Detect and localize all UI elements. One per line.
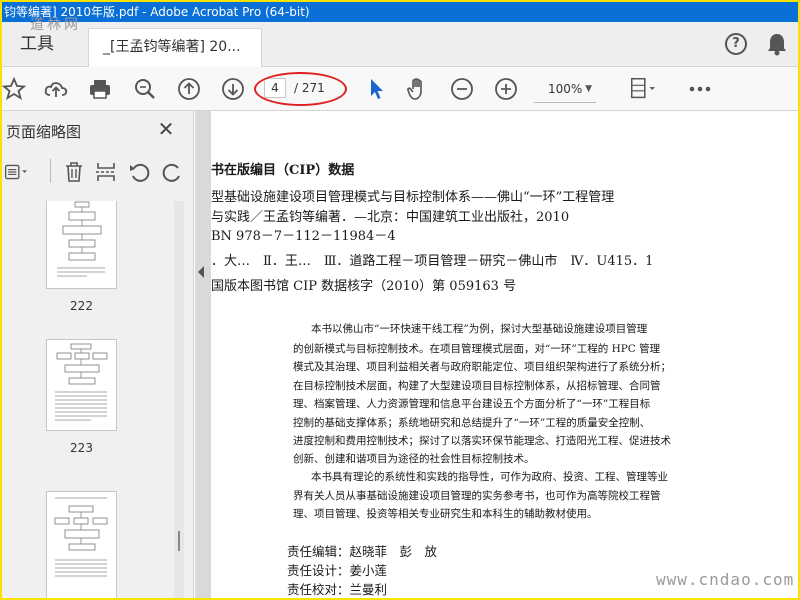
abstract-line: 模式及其治理、项目利益相关者与政府职能定位、项目组织架构进行了系统分析； — [293, 361, 671, 373]
thumbnail-page-222[interactable] — [46, 201, 117, 289]
zoom-level-value: 100% — [548, 82, 583, 96]
close-icon[interactable]: ✕ — [154, 117, 178, 141]
abstract-line: 的创新模式与目标控制技术。在项目管理模式层面，对“一环”工程的 HPC 管理 — [293, 343, 661, 355]
credit-line: 责任校对：兰曼利 — [287, 582, 388, 597]
acrobat-window: 钧等编著] 2010年版.pdf - Adobe Acrobat Pro (64… — [2, 2, 798, 598]
abstract-line: 控制的基础支撑体系；系统地研究和总结提升了“一环”工程的质量安全控制、 — [293, 417, 651, 429]
more-icon[interactable] — [686, 75, 714, 103]
window-title-bar: 钧等编著] 2010年版.pdf - Adobe Acrobat Pro (64… — [2, 2, 798, 22]
page-up-icon[interactable] — [175, 75, 203, 103]
insert-page-icon[interactable] — [92, 158, 120, 186]
toolbar-divider — [50, 159, 51, 183]
abstract-line: 界有关人员从事基础设施建设项目管理的实务参考书，也可作为高等院校工程管 — [293, 490, 661, 502]
notifications-bell-icon[interactable] — [766, 32, 788, 56]
pdf-page: 书在版编目（CIP）数据 型基础设施建设项目管理模式与目标控制体系——佛山“一环… — [211, 111, 798, 598]
cip-line: 与实践／王孟钧等编著．—北京：中国建筑工业出版社，2010 — [211, 210, 570, 225]
zoom-out-icon[interactable] — [448, 75, 476, 103]
tabs-row: 工具 _[王孟钧等编著] 20... ? — [2, 22, 798, 68]
thumbnail-label-223: 223 — [70, 441, 93, 455]
options-menu-icon[interactable] — [4, 158, 32, 186]
thumbnail-page-224[interactable] — [46, 491, 117, 598]
document-view[interactable]: 书在版编目（CIP）数据 型基础设施建设项目管理模式与目标控制体系——佛山“一环… — [195, 111, 798, 598]
credit-line: 责任设计：姜小莲 — [287, 563, 388, 578]
watermark-logo: 道林网 — [30, 17, 81, 33]
scrollbar-thumb[interactable] — [178, 531, 180, 551]
abstract-line: 本书以佛山市“一环快速干线工程”为例，探讨大型基础设施建设项目管理 — [311, 323, 648, 335]
delete-page-icon[interactable] — [60, 158, 88, 186]
highlight-ellipse-annotation — [254, 72, 347, 106]
abstract-line: 进度控制和费用控制技术；探讨了以落实环保节能理念、打造阳光工程、促进技术 — [293, 435, 671, 447]
zoom-search-icon[interactable] — [131, 75, 159, 103]
zoom-level-select[interactable]: 100% ▼ — [534, 75, 596, 103]
abstract-line: 在目标控制技术层面，构建了大型建设项目目标控制体系，从招标管理、合同管 — [293, 380, 661, 392]
page-down-icon[interactable] — [219, 75, 247, 103]
hand-icon[interactable] — [404, 75, 432, 103]
thumbnail-list: 222 223 — [2, 201, 184, 598]
abstract-line: 创新、创建和谐项目为途径的社会性目标控制技术。 — [293, 453, 535, 465]
panel-toolbar — [2, 155, 194, 189]
select-arrow-icon[interactable] — [362, 75, 390, 103]
thumbnail-label-222: 222 — [70, 299, 93, 313]
page-thumbnails-panel: 页面缩略图 ✕ 222 223 — [2, 111, 194, 598]
star-icon[interactable] — [2, 75, 28, 103]
cip-line: 国版本图书馆 CIP 数据核字（2010）第 059163 号 — [211, 279, 517, 294]
rotate-cw-icon[interactable] — [158, 158, 186, 186]
abstract-line: 理、项目管理、投资等相关专业研究生和本科生的辅助教材使用。 — [293, 508, 598, 520]
main-toolbar: 4 / 271 100% ▼ — [2, 67, 798, 111]
zoom-in-icon[interactable] — [492, 75, 520, 103]
panel-title: 页面缩略图 — [6, 123, 82, 141]
watermark-site: www.cndao.com — [656, 570, 795, 589]
cip-line: BN 978－7－112－11984－4 — [211, 229, 396, 244]
abstract-line: 本书具有理论的系统性和实践的指导性，可作为政府、投资、工程、管理等业 — [311, 471, 668, 483]
abstract-line: 理、档案管理、人力资源管理和信息平台建设五个方面分析了“一环”工程目标 — [293, 398, 651, 410]
cip-line: ．大… Ⅱ．王… Ⅲ．道路工程－项目管理－研究－佛山市 Ⅳ．U415．1 — [211, 254, 654, 269]
cip-line: 型基础设施建设项目管理模式与目标控制体系——佛山“一环”工程管理 — [211, 190, 615, 205]
tab-document[interactable]: _[王孟钧等编著] 20... — [88, 28, 262, 68]
chevron-down-icon: ▼ — [585, 84, 592, 94]
rotate-ccw-icon[interactable] — [126, 158, 154, 186]
help-icon[interactable]: ? — [725, 33, 747, 55]
cloud-upload-icon[interactable] — [42, 75, 70, 103]
collapse-panel-icon[interactable] — [196, 260, 206, 284]
fit-page-icon[interactable] — [628, 75, 656, 103]
credit-line: 责任编辑：赵晓菲 彭 放 — [287, 544, 438, 559]
thumbnail-scrollbar[interactable] — [174, 201, 184, 598]
print-icon[interactable] — [86, 75, 114, 103]
thumbnail-page-223[interactable] — [46, 339, 117, 431]
cip-heading: 书在版编目（CIP）数据 — [211, 163, 355, 178]
